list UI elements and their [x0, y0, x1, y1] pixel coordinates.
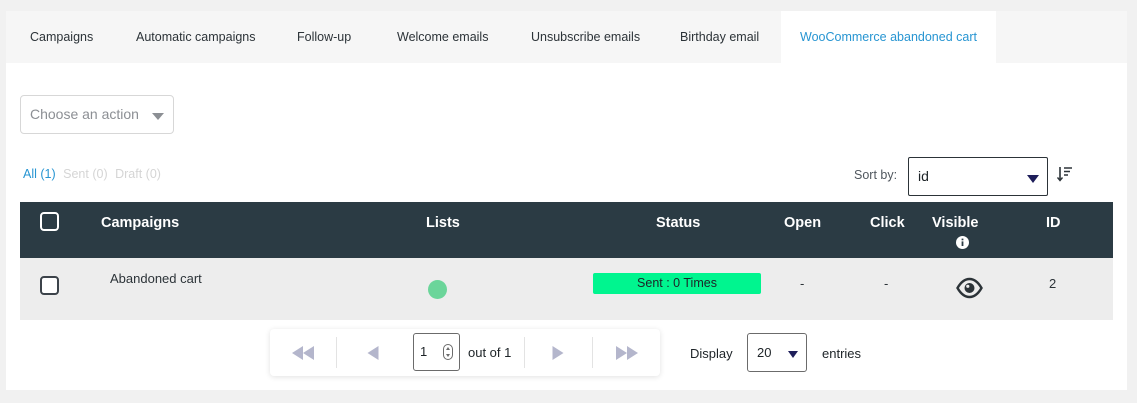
double-chevron-left-icon: [292, 345, 314, 360]
previous-page-button[interactable]: [337, 329, 409, 376]
chevron-left-icon: [367, 345, 379, 360]
col-open: Open: [784, 215, 822, 231]
stepper-icon[interactable]: [443, 344, 453, 360]
first-page-button[interactable]: [270, 329, 336, 376]
filter-draft[interactable]: Draft (0): [115, 167, 161, 181]
tab-follow-up[interactable]: Follow-up: [297, 11, 351, 63]
entries-label: entries: [822, 346, 862, 361]
chevron-down-icon: [1027, 175, 1039, 183]
page-count: out of 1: [468, 345, 512, 360]
sort-label: Sort by:: [854, 168, 898, 182]
status-badge: Sent : 0 Times: [593, 273, 761, 294]
col-lists: Lists: [426, 215, 460, 231]
chevron-right-icon: [552, 345, 564, 360]
sort-direction-icon[interactable]: [1056, 165, 1073, 183]
page-number-input[interactable]: 1: [413, 333, 460, 371]
campaign-id: 2: [1049, 276, 1057, 291]
click-count: -: [884, 276, 889, 291]
campaign-name[interactable]: Abandoned cart: [110, 271, 202, 286]
tab-welcome-emails[interactable]: Welcome emails: [397, 11, 488, 63]
bulk-action-placeholder: Choose an action: [30, 106, 139, 122]
display-label: Display: [690, 346, 733, 361]
entries-per-page-value: 20: [757, 345, 772, 360]
filter-all[interactable]: All (1): [23, 167, 56, 181]
campaigns-panel: Campaigns Automatic campaigns Follow-up …: [6, 11, 1127, 390]
col-status: Status: [656, 215, 701, 231]
chevron-down-icon: [152, 113, 164, 120]
tab-birthday-email[interactable]: Birthday email: [680, 11, 759, 63]
tab-woocommerce-abandoned-cart[interactable]: WooCommerce abandoned cart: [781, 11, 996, 63]
col-campaigns[interactable]: Campaigns: [101, 215, 179, 231]
entries-per-page-select[interactable]: 20: [747, 333, 807, 372]
info-icon[interactable]: [956, 236, 969, 249]
page-number-value: 1: [420, 344, 428, 359]
row-checkbox[interactable]: [40, 276, 59, 295]
chevron-down-icon: [788, 351, 798, 358]
tab-campaigns[interactable]: Campaigns: [30, 11, 93, 63]
col-visible: Visible: [932, 215, 979, 231]
tab-automatic-campaigns[interactable]: Automatic campaigns: [136, 11, 256, 63]
double-chevron-right-icon: [615, 345, 638, 360]
sort-select[interactable]: id: [908, 157, 1048, 196]
tab-bar: Campaigns Automatic campaigns Follow-up …: [6, 11, 1127, 63]
list-indicator: [428, 280, 447, 299]
status-filters: All (1) Sent (0) Draft (0): [23, 167, 165, 181]
table-header: Campaigns Lists Status Open Click Visibl…: [20, 202, 1113, 258]
col-id: ID: [1046, 215, 1061, 231]
col-click: Click: [870, 215, 905, 231]
filter-sent[interactable]: Sent (0): [63, 167, 107, 181]
last-page-button[interactable]: [593, 329, 660, 376]
select-all-checkbox[interactable]: [40, 212, 59, 231]
eye-icon[interactable]: [956, 277, 983, 299]
next-page-button[interactable]: [525, 329, 591, 376]
pagination: 1 out of 1: [270, 329, 660, 376]
table-row: Abandoned cart Sent : 0 Times - - 2: [20, 258, 1113, 320]
open-count: -: [800, 276, 805, 291]
tab-unsubscribe-emails[interactable]: Unsubscribe emails: [531, 11, 640, 63]
bulk-action-select[interactable]: Choose an action: [20, 95, 174, 134]
sort-value: id: [918, 168, 929, 184]
